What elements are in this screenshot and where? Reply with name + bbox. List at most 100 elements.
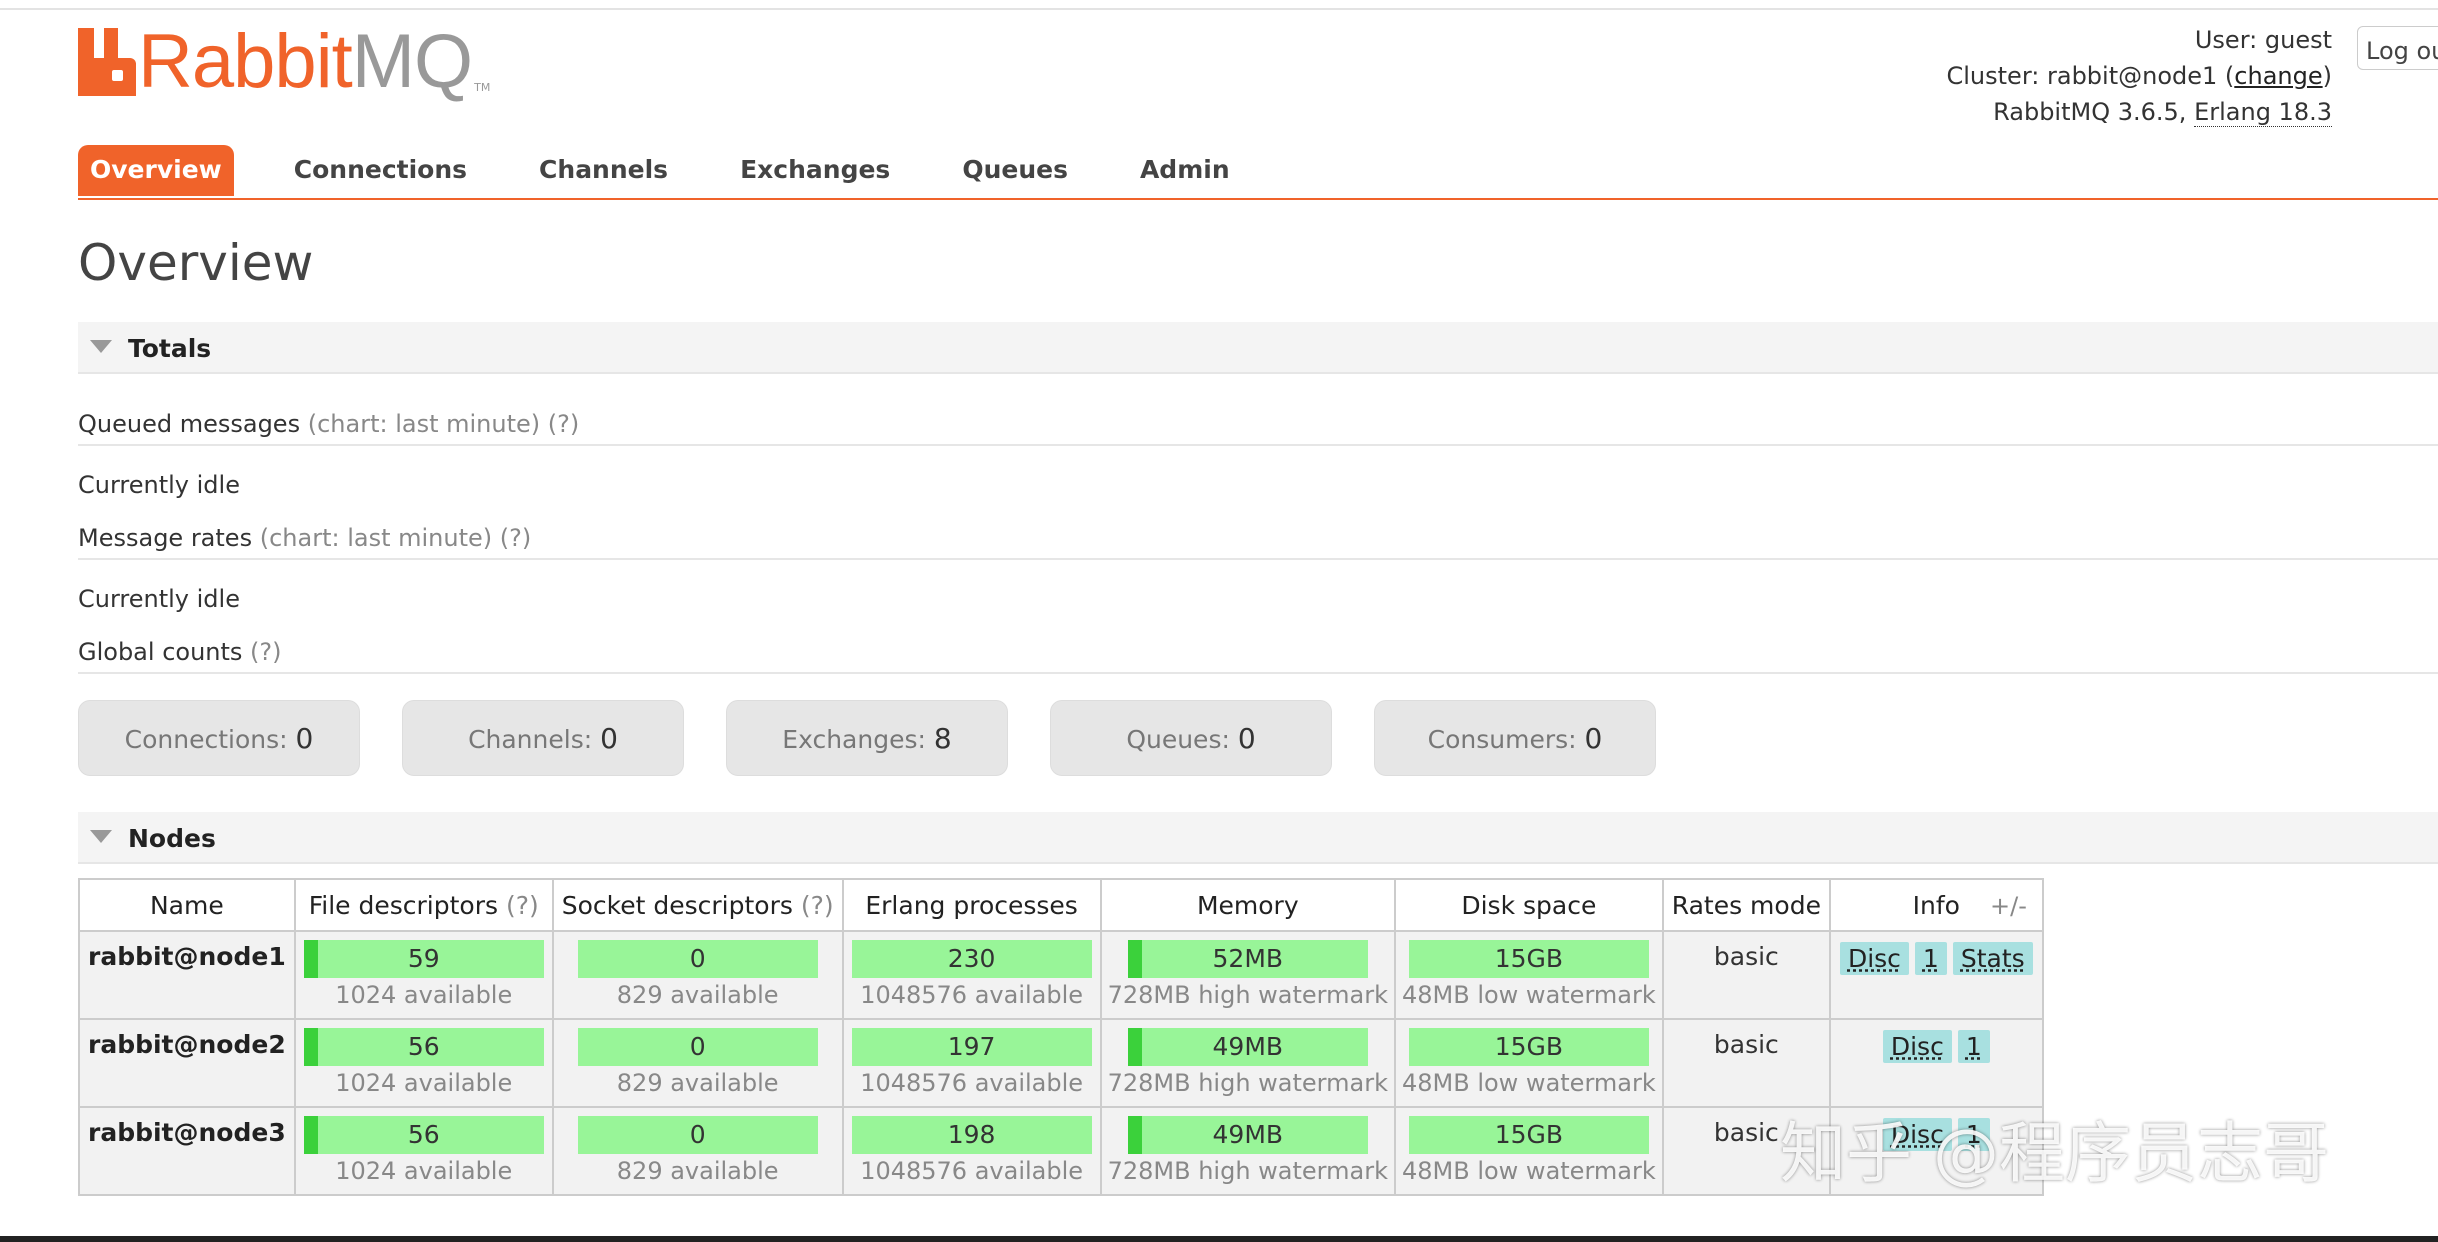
logo-trademark: TM [474, 81, 491, 94]
user-name: guest [2264, 26, 2332, 54]
rabbitmq-logo-icon [78, 28, 136, 96]
socket-descriptors-cell: 0 829 available [551, 1106, 844, 1196]
message-rates-label: Message rates (chart: last minute) (?) [78, 524, 532, 552]
tab-admin[interactable]: Admin [1128, 145, 1266, 196]
tab-overview[interactable]: Overview [78, 145, 234, 196]
disc-badge[interactable]: Disc [1839, 942, 1909, 975]
col-file-descriptors: File descriptors (?) [293, 878, 554, 932]
version-line: RabbitMQ 3.6.5, Erlang 18.3 [1993, 98, 2332, 127]
watermark-text: 知乎 @程序员志哥 [1780, 1115, 2329, 1192]
nodes-title: Nodes [128, 824, 216, 853]
bottom-edge [0, 1236, 2438, 1242]
node-name[interactable]: rabbit@node3 [78, 1106, 296, 1196]
queued-idle-text: Currently idle [78, 471, 240, 499]
tab-exchanges[interactable]: Exchanges [728, 145, 926, 196]
global-counts-label: Global counts (?) [78, 638, 282, 666]
fd-bar: 56 [303, 1116, 544, 1154]
rates-chart-link[interactable]: (chart: last minute) [260, 524, 492, 552]
file-descriptors-cell: 56 1024 available [293, 1106, 554, 1196]
toggle-columns-link[interactable]: +/- [1990, 892, 2027, 920]
table-header-row: Name File descriptors (?) Socket descrip… [78, 878, 2044, 932]
divider [78, 558, 2438, 560]
memory-cell: 49MB 728MB high watermark [1099, 1018, 1396, 1108]
erlang-version: Erlang 18.3 [2194, 98, 2332, 127]
memory-cell: 49MB 728MB high watermark [1099, 1106, 1396, 1196]
main-nav-tabs: Overview Connections Channels Exchanges … [78, 145, 1290, 196]
ep-bar: 198 [851, 1116, 1092, 1154]
node-name[interactable]: rabbit@node2 [78, 1018, 296, 1108]
ep-bar: 197 [851, 1028, 1092, 1066]
col-name: Name [78, 878, 296, 932]
totals-title: Totals [128, 334, 212, 363]
disk-bar: 15GB [1408, 1028, 1649, 1066]
tab-connections[interactable]: Connections [282, 145, 503, 196]
connections-count[interactable]: Connections: 0 [78, 700, 360, 776]
table-row[interactable]: rabbit@node1 59 1024 available 0 829 avail… [78, 930, 2044, 1020]
divider [78, 444, 2438, 446]
tabs-underline [78, 198, 2438, 200]
consumers-count[interactable]: Consumers: 0 [1374, 700, 1656, 776]
cluster-line: Cluster: rabbit@node1 (change) [1946, 62, 2333, 90]
user-line: User: guest [2194, 26, 2332, 54]
rates-help-link[interactable]: (?) [500, 524, 531, 552]
disk-space-cell: 15GB 48MB low watermark [1393, 930, 1664, 1020]
nodes-table: Name File descriptors (?) Socket descrip… [78, 878, 2044, 1196]
rates-mode-cell: basic [1661, 930, 1831, 1020]
count-badge[interactable]: 1 [1914, 942, 1947, 975]
file-descriptors-cell: 56 1024 available [293, 1018, 554, 1108]
disk-space-cell: 15GB 48MB low watermark [1393, 1106, 1664, 1196]
table-row[interactable]: rabbit@node3 56 1024 available 0 829 avail… [78, 1106, 2044, 1196]
rates-mode-cell: basic [1661, 1018, 1831, 1108]
erlang-processes-cell: 198 1048576 available [841, 1106, 1102, 1196]
cluster-name: rabbit@node1 [2047, 62, 2218, 90]
divider [78, 672, 2438, 674]
memory-bar: 52MB [1127, 940, 1368, 978]
tab-queues[interactable]: Queues [950, 145, 1104, 196]
queued-messages-label: Queued messages (chart: last minute) (?) [78, 410, 580, 438]
logout-button[interactable]: Log out [2357, 26, 2438, 70]
collapse-triangle-icon [90, 830, 112, 843]
count-badge[interactable]: 1 [1957, 1030, 1990, 1063]
stats-badge[interactable]: Stats [1952, 942, 2033, 975]
sd-bar: 0 [577, 1028, 818, 1066]
memory-bar: 49MB [1127, 1116, 1368, 1154]
disk-space-cell: 15GB 48MB low watermark [1393, 1018, 1664, 1108]
ep-bar: 230 [851, 940, 1092, 978]
exchanges-count[interactable]: Exchanges: 8 [726, 700, 1008, 776]
erlang-processes-cell: 230 1048576 available [841, 930, 1102, 1020]
col-memory: Memory [1099, 878, 1396, 932]
node-name[interactable]: rabbit@node1 [78, 930, 296, 1020]
disk-bar: 15GB [1408, 940, 1649, 978]
collapse-triangle-icon [90, 340, 112, 353]
tab-channels[interactable]: Channels [527, 145, 704, 196]
socket-descriptors-cell: 0 829 available [551, 1018, 844, 1108]
queued-help-link[interactable]: (?) [548, 410, 579, 438]
nodes-section-header[interactable]: Nodes [78, 812, 2438, 864]
socket-descriptors-cell: 0 829 available [551, 930, 844, 1020]
rabbitmq-logo[interactable]: RabbitMQ TM [78, 19, 491, 104]
table-row[interactable]: rabbit@node2 56 1024 available 0 829 avail… [78, 1018, 2044, 1108]
fd-help-link[interactable]: (?) [506, 891, 539, 920]
change-cluster-link[interactable]: change [2234, 62, 2322, 90]
disc-badge[interactable]: Disc [1882, 1030, 1952, 1063]
channels-count[interactable]: Channels: 0 [402, 700, 684, 776]
rates-idle-text: Currently idle [78, 585, 240, 613]
top-border [0, 8, 2438, 10]
sd-bar: 0 [577, 940, 818, 978]
col-socket-descriptors: Socket descriptors (?) [551, 878, 844, 932]
header-info: User: guest Cluster: rabbit@node1 (chang… [1946, 22, 2333, 130]
sd-bar: 0 [577, 1116, 818, 1154]
file-descriptors-cell: 59 1024 available [293, 930, 554, 1020]
fd-bar: 56 [303, 1028, 544, 1066]
fd-bar: 59 [303, 940, 544, 978]
col-erlang-processes: Erlang processes [841, 878, 1102, 932]
logo-text: RabbitMQ [138, 19, 473, 104]
info-cell: Disc 1 Stats [1828, 930, 2044, 1020]
global-counts-help-link[interactable]: (?) [250, 638, 281, 666]
queues-count[interactable]: Queues: 0 [1050, 700, 1332, 776]
memory-cell: 52MB 728MB high watermark [1099, 930, 1396, 1020]
queued-chart-link[interactable]: (chart: last minute) [308, 410, 540, 438]
col-rates-mode: Rates mode [1661, 878, 1831, 932]
totals-section-header[interactable]: Totals [78, 322, 2438, 374]
sd-help-link[interactable]: (?) [801, 891, 834, 920]
